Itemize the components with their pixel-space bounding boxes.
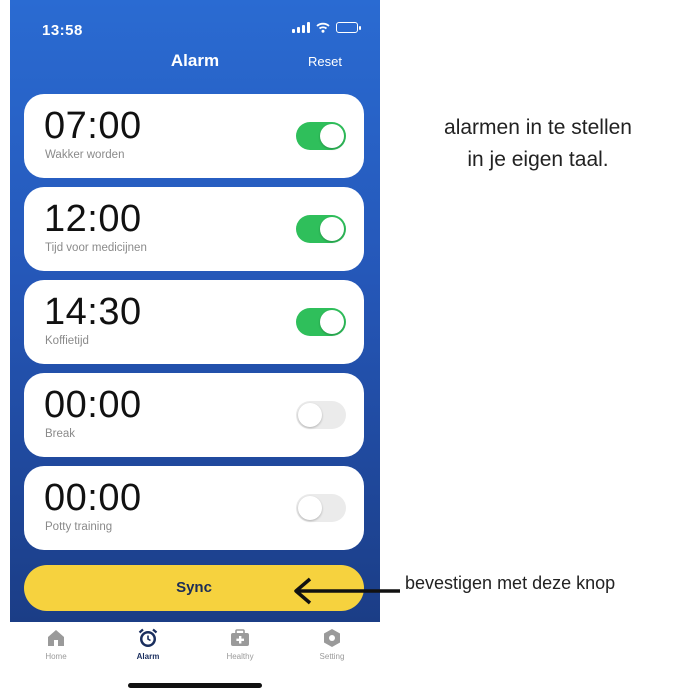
alarm-time: 00:00	[44, 477, 142, 519]
alarm-clock-icon	[138, 628, 158, 647]
status-icons	[292, 22, 361, 33]
toggle-knob	[298, 403, 322, 427]
alarm-toggle[interactable]	[296, 215, 346, 243]
wifi-icon	[316, 22, 330, 33]
tab-healthy[interactable]: Healthy	[200, 627, 280, 661]
reset-button[interactable]: Reset	[308, 54, 342, 69]
arrow-left-icon	[294, 577, 400, 605]
tab-setting[interactable]: Setting	[292, 627, 372, 661]
tab-bar: Home Alarm Healthy Setting	[10, 622, 380, 672]
alarm-time: 07:00	[44, 105, 142, 147]
tab-home[interactable]: Home	[16, 627, 96, 661]
alarm-time: 00:00	[44, 384, 142, 426]
alarm-toggle[interactable]	[296, 401, 346, 429]
alarm-label: Break	[45, 428, 76, 440]
annotation-line: in je eigen taal.	[467, 148, 609, 171]
alarm-time: 12:00	[44, 198, 142, 240]
alarm-label: Koffietijd	[45, 335, 89, 347]
annotation-note: alarmen in te stellen in je eigen taal.	[398, 112, 678, 176]
alarm-time: 14:30	[44, 291, 142, 333]
home-indicator	[128, 683, 262, 688]
alarm-label: Tijd voor medicijnen	[45, 242, 147, 254]
annotation-line: alarmen in te stellen	[444, 116, 632, 139]
tab-label: Alarm	[136, 652, 160, 661]
tab-alarm[interactable]: Alarm	[108, 627, 188, 661]
tab-label: Healthy	[226, 652, 254, 661]
battery-icon	[336, 22, 361, 33]
sync-annotation: bevestigen met deze knop	[405, 573, 616, 593]
toggle-knob	[298, 496, 322, 520]
medical-kit-icon	[231, 629, 249, 646]
alarm-card[interactable]: 12:00 Tijd voor medicijnen	[24, 187, 364, 271]
alarm-card[interactable]: 00:00 Potty training	[24, 466, 364, 550]
alarm-toggle[interactable]	[296, 122, 346, 150]
status-time: 13:58	[42, 22, 83, 39]
toggle-knob	[320, 217, 344, 241]
alarm-label: Wakker worden	[45, 149, 125, 161]
status-bar: 13:58	[10, 0, 380, 44]
alarm-card[interactable]: 00:00 Break	[24, 373, 364, 457]
alarm-toggle[interactable]	[296, 494, 346, 522]
alarm-label: Potty training	[45, 521, 113, 533]
settings-hexagon-icon	[324, 629, 340, 647]
signal-icon	[292, 22, 310, 33]
alarm-toggle[interactable]	[296, 308, 346, 336]
home-icon	[48, 630, 64, 646]
tab-label: Setting	[319, 652, 345, 661]
alarm-card[interactable]: 07:00 Wakker worden	[24, 94, 364, 178]
alarm-card[interactable]: 14:30 Koffietijd	[24, 280, 364, 364]
toggle-knob	[320, 310, 344, 334]
toggle-knob	[320, 124, 344, 148]
tab-label: Home	[45, 652, 67, 661]
